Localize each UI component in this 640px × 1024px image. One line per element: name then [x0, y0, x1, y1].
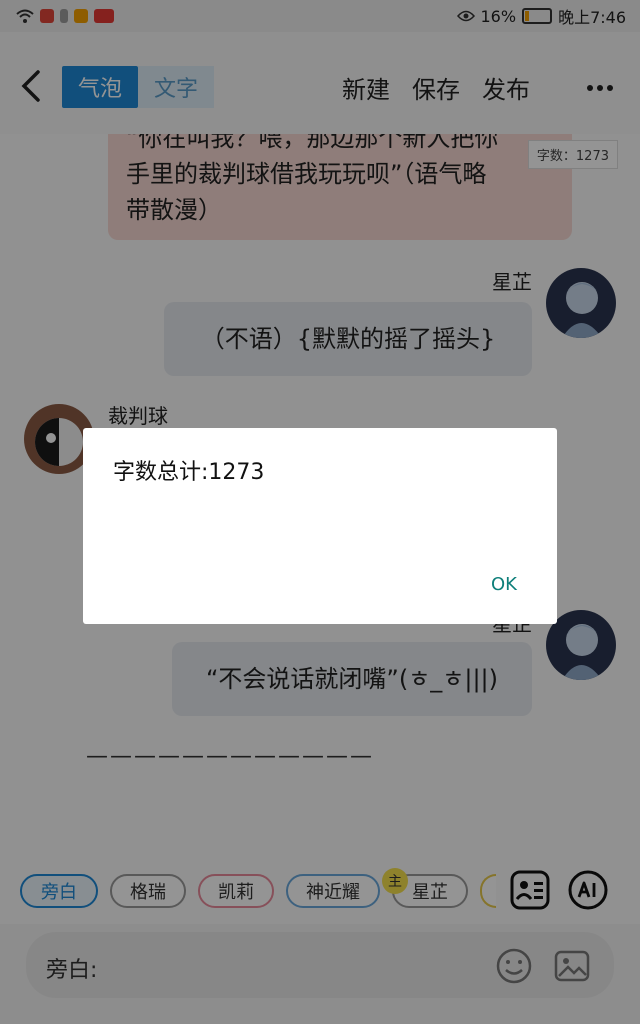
ok-button[interactable]: OK — [491, 574, 517, 595]
word-count-dialog: 字数总计:1273 OK — [83, 428, 557, 624]
dialog-message: 字数总计:1273 — [113, 460, 265, 485]
